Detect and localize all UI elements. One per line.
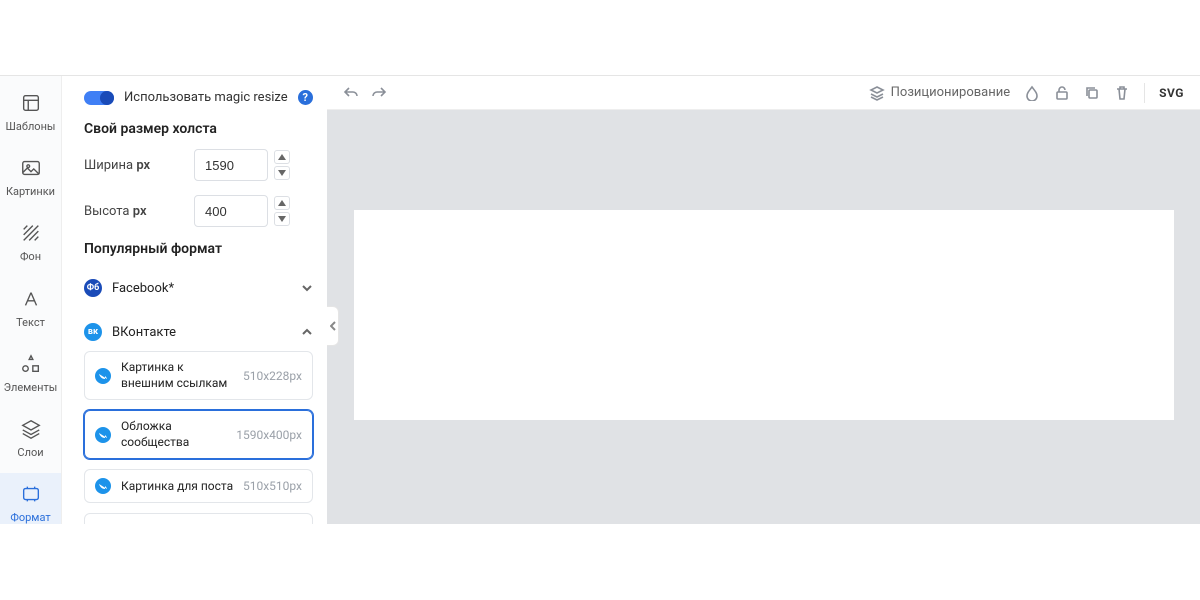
rail-background[interactable]: Фон: [0, 212, 61, 277]
vk-option-community-cover[interactable]: Обложка сообщества 1590x400px: [84, 410, 313, 459]
canvas-toolbar: Позиционирование SVG: [327, 76, 1200, 110]
canvas-size-title: Свой размер холста: [84, 121, 313, 137]
images-icon: [20, 157, 42, 179]
top-blank-area: [0, 0, 1200, 76]
vk-option-label: Обложка сообщества: [121, 419, 228, 450]
rail-elements-label: Элементы: [4, 381, 58, 394]
redo-button[interactable]: [371, 85, 387, 101]
undo-icon: [343, 85, 359, 101]
vk-option-label: Картинка для поста: [121, 479, 235, 495]
lock-button[interactable]: [1054, 85, 1070, 101]
bottom-blank-area: [0, 524, 1200, 600]
svg-label: SVG: [1159, 86, 1184, 100]
width-step-down[interactable]: [274, 166, 290, 180]
main-row: Шаблоны Картинки Фон Текст Элементы Слои: [0, 76, 1200, 600]
height-label: Высота px: [84, 204, 194, 219]
duplicate-button[interactable]: [1084, 85, 1100, 101]
rail-images[interactable]: Картинки: [0, 147, 61, 212]
chevron-down-icon: [301, 282, 313, 294]
facebook-label: Facebook*: [112, 281, 301, 296]
templates-icon: [20, 92, 42, 114]
rail-templates[interactable]: Шаблоны: [0, 82, 61, 147]
trash-icon: [1114, 85, 1130, 101]
rail-layers[interactable]: Слои: [0, 408, 61, 473]
app-root: Шаблоны Картинки Фон Текст Элементы Слои: [0, 0, 1200, 600]
width-row: Ширина px: [84, 149, 313, 181]
width-stepper: [274, 149, 290, 181]
popular-format-title: Популярный формат: [84, 241, 313, 257]
vk-icon: [95, 368, 111, 384]
rail-templates-label: Шаблоны: [6, 120, 56, 133]
text-icon: [20, 288, 42, 310]
undo-button[interactable]: [343, 85, 359, 101]
vk-option-external-link[interactable]: Картинка к внешним ссылкам 510x228px: [84, 351, 313, 400]
height-stepper: [274, 195, 290, 227]
panel-collapse-handle[interactable]: [327, 306, 339, 346]
chevron-up-icon: [301, 326, 313, 338]
rail-format-label: Формат: [10, 511, 50, 524]
chevron-left-icon: [330, 321, 336, 331]
format-icon: [20, 483, 42, 505]
layers-icon: [869, 85, 885, 101]
undo-redo-group: [343, 85, 387, 101]
height-step-up[interactable]: [274, 196, 290, 210]
positioning-label: Позиционирование: [891, 85, 1011, 100]
vk-label: ВКонтакте: [112, 325, 301, 340]
left-rail: Шаблоны Картинки Фон Текст Элементы Слои: [0, 76, 62, 600]
format-group-facebook: Фб Facebook*: [84, 269, 313, 307]
canvas[interactable]: [354, 210, 1174, 420]
vk-icon: [95, 427, 111, 443]
rail-layers-label: Слои: [17, 446, 43, 459]
height-step-down[interactable]: [274, 212, 290, 226]
width-step-up[interactable]: [274, 150, 290, 164]
opacity-button[interactable]: [1024, 85, 1040, 101]
width-input[interactable]: [194, 149, 268, 181]
layers-icon: [20, 418, 42, 440]
vk-option-dim: 1590x400px: [236, 428, 302, 442]
rail-text-label: Текст: [16, 316, 45, 329]
facebook-badge: Фб: [84, 279, 102, 297]
facebook-header[interactable]: Фб Facebook*: [84, 269, 313, 307]
magic-resize-toggle[interactable]: [84, 91, 114, 105]
elements-icon: [20, 353, 42, 375]
canvas-area: Позиционирование SVG 74%: [327, 76, 1200, 600]
rail-elements[interactable]: Элементы: [0, 343, 61, 408]
magic-resize-row: Использовать magic resize ?: [84, 90, 313, 105]
vk-header[interactable]: вк ВКонтакте: [84, 313, 313, 351]
copy-icon: [1084, 85, 1100, 101]
vk-option-dim: 510x510px: [243, 479, 302, 493]
height-input[interactable]: [194, 195, 268, 227]
help-icon[interactable]: ?: [298, 90, 313, 105]
toolbar-separator: [1144, 83, 1145, 103]
vk-badge: вк: [84, 323, 102, 341]
vk-option-label: Картинка к внешним ссылкам: [121, 360, 235, 391]
unlock-icon: [1054, 85, 1070, 101]
redo-icon: [371, 85, 387, 101]
toolbar-right: Позиционирование SVG: [869, 83, 1184, 103]
positioning-button[interactable]: Позиционирование: [869, 85, 1011, 101]
delete-button[interactable]: [1114, 85, 1130, 101]
rail-images-label: Картинки: [6, 185, 55, 198]
vk-icon: [95, 478, 111, 494]
rail-background-label: Фон: [20, 250, 41, 263]
background-icon: [20, 222, 42, 244]
toggle-knob: [100, 91, 114, 105]
rail-text[interactable]: Текст: [0, 278, 61, 343]
height-row: Высота px: [84, 195, 313, 227]
vk-option-dim: 510x228px: [243, 369, 302, 383]
magic-resize-label: Использовать magic resize: [124, 90, 288, 105]
width-label: Ширина px: [84, 158, 194, 173]
droplet-icon: [1024, 85, 1040, 101]
format-panel: Использовать magic resize ? Свой размер …: [62, 76, 327, 600]
vk-option-post-image[interactable]: Картинка для поста 510x510px: [84, 469, 313, 503]
